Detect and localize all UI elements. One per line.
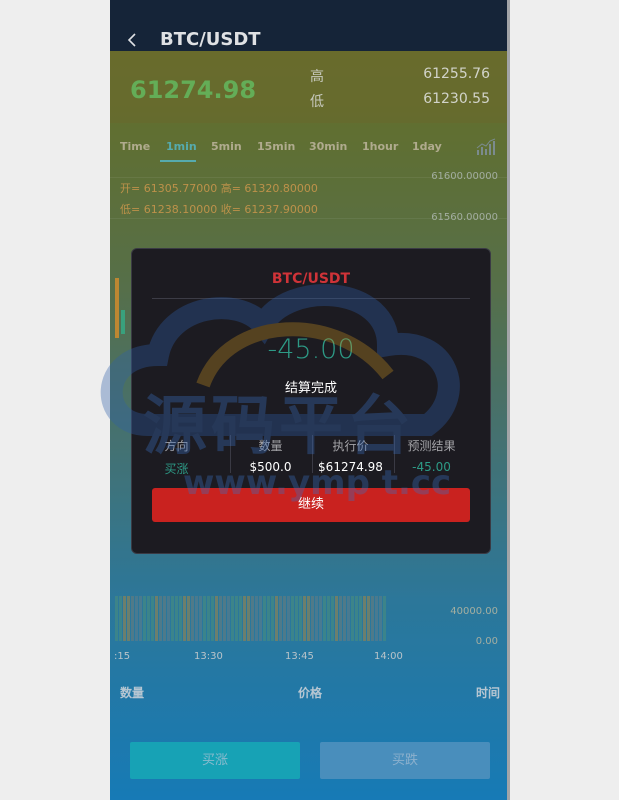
stat-label: 执行价: [332, 439, 369, 453]
dialog-divider: [152, 298, 470, 299]
stat-prediction: 预测结果 -45.00: [389, 437, 474, 474]
continue-button[interactable]: 继续: [152, 488, 470, 522]
stat-value: $61274.98: [318, 460, 383, 474]
stat-quantity: 数量 $500.0: [228, 437, 313, 474]
stat-value: $500.0: [249, 460, 292, 474]
stat-exec-price: 执行价 $61274.98: [308, 437, 393, 474]
result-amount: -45.00: [267, 334, 355, 365]
stat-label: 方向: [164, 439, 189, 453]
stat-value: 买涨: [164, 462, 189, 476]
stat-value: -45.00: [412, 460, 451, 474]
stat-label: 预测结果: [407, 439, 456, 453]
stat-direction: 方向 买涨: [134, 437, 219, 477]
stat-label: 数量: [258, 439, 283, 453]
settlement-status: 结算完成: [284, 381, 337, 396]
settlement-dialog: BTC/USDT -45.00 结算完成 方向 买涨 数量 $500.0 执行价…: [131, 248, 491, 554]
dialog-title: BTC/USDT: [271, 271, 351, 287]
